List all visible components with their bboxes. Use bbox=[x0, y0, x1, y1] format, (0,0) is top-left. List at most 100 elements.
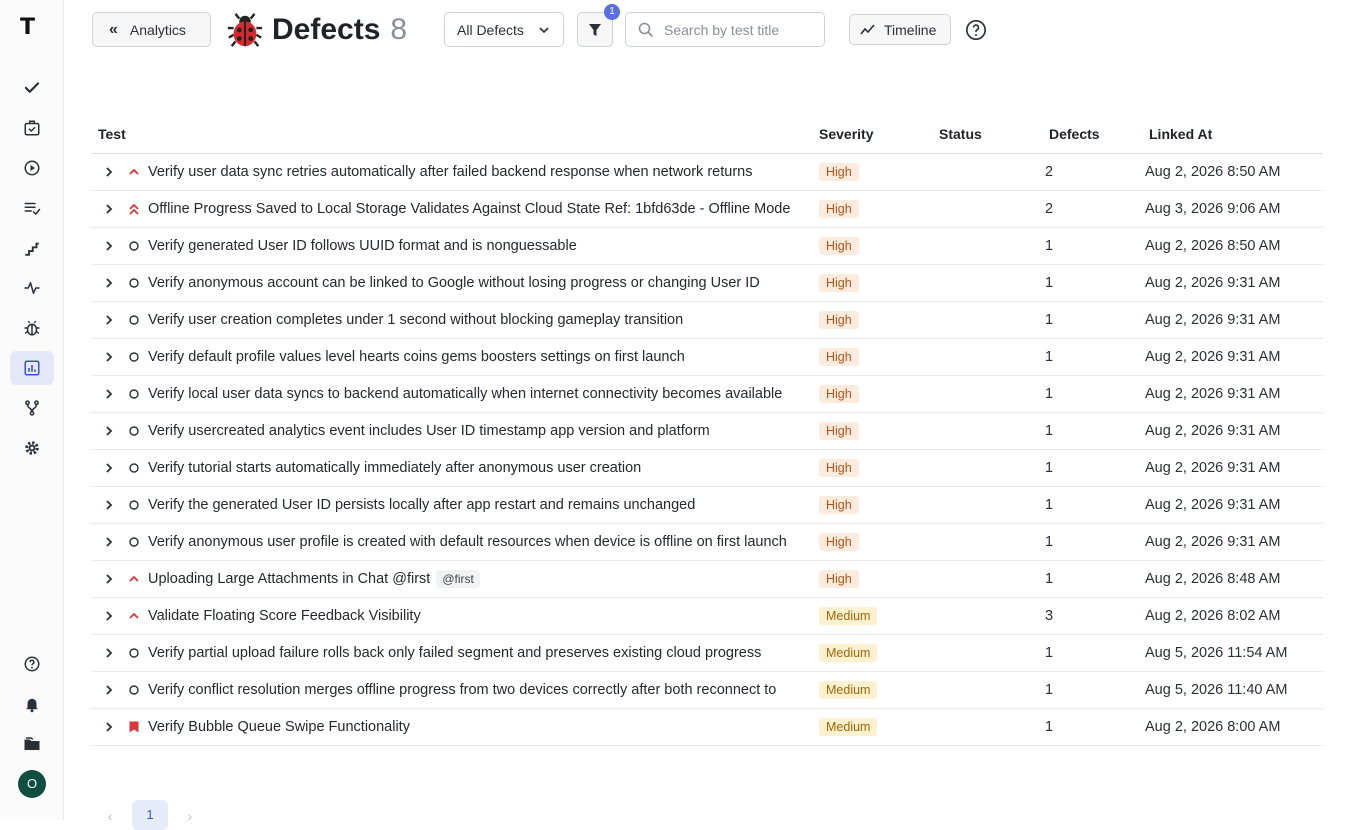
sidebar-item-notifications[interactable] bbox=[10, 687, 54, 721]
page-1-button[interactable]: 1 bbox=[132, 800, 168, 830]
test-title[interactable]: Verify Bubble Queue Swipe Functionality bbox=[148, 719, 410, 735]
priority-indicator bbox=[128, 351, 140, 363]
table-row[interactable]: Verify conflict resolution merges offlin… bbox=[92, 671, 1323, 709]
chevron-right-icon[interactable] bbox=[104, 462, 114, 473]
chevron-right-icon[interactable] bbox=[104, 314, 114, 325]
test-title[interactable]: Verify local user data syncs to backend … bbox=[148, 386, 782, 402]
table-row[interactable]: Verify user data sync retries automatica… bbox=[92, 153, 1323, 191]
chevron-right-icon[interactable] bbox=[104, 166, 114, 177]
sidebar-item-plans[interactable] bbox=[10, 191, 54, 225]
test-title[interactable]: Verify usercreated analytics event inclu… bbox=[148, 423, 710, 439]
column-header-defects[interactable]: Defects bbox=[1043, 116, 1143, 154]
test-title[interactable]: Verify partial upload failure rolls back… bbox=[148, 645, 761, 661]
table-row[interactable]: Verify Bubble Queue Swipe Functionality M… bbox=[92, 708, 1323, 746]
table-row[interactable]: Uploading Large Attachments in Chat @fir… bbox=[92, 560, 1323, 598]
priority-indicator bbox=[128, 536, 140, 548]
pulse-icon bbox=[24, 282, 40, 294]
column-header-test[interactable]: Test bbox=[92, 116, 813, 154]
table-row[interactable]: Verify generated User ID follows UUID fo… bbox=[92, 227, 1323, 265]
test-title[interactable]: Validate Floating Score Feedback Visibil… bbox=[148, 608, 421, 624]
table-row[interactable]: Verify usercreated analytics event inclu… bbox=[92, 412, 1323, 450]
defect-filter-select[interactable]: All Defects bbox=[444, 12, 564, 47]
help-icon[interactable] bbox=[965, 19, 987, 41]
table-row[interactable]: Verify tutorial starts automatically imm… bbox=[92, 449, 1323, 487]
sidebar-item-projects[interactable] bbox=[10, 727, 54, 761]
sidebar-item-tasks[interactable] bbox=[10, 111, 54, 145]
search-input[interactable] bbox=[664, 21, 814, 38]
chevron-right-icon[interactable] bbox=[104, 647, 114, 658]
sidebar-item-analytics[interactable] bbox=[10, 351, 54, 385]
status-cell bbox=[933, 301, 1043, 339]
sidebar-item-pulse[interactable] bbox=[10, 271, 54, 305]
defect-count: 8 bbox=[390, 13, 408, 46]
prev-page-button[interactable]: ‹ bbox=[100, 808, 120, 824]
chevron-right-icon[interactable] bbox=[104, 388, 114, 399]
test-cell: Verify anonymous account can be linked t… bbox=[92, 264, 813, 302]
table-row[interactable]: Verify partial upload failure rolls back… bbox=[92, 634, 1323, 672]
severity-cell: Medium bbox=[813, 671, 933, 709]
avatar[interactable]: O bbox=[18, 770, 46, 798]
table-row[interactable]: Offline Progress Saved to Local Storage … bbox=[92, 190, 1323, 228]
priority-normal-icon bbox=[129, 351, 139, 362]
logo[interactable]: T bbox=[20, 16, 44, 40]
priority-normal-icon bbox=[129, 388, 139, 399]
table-row[interactable]: Verify user creation completes under 1 s… bbox=[92, 301, 1323, 339]
sidebar-item-steps[interactable] bbox=[10, 231, 54, 265]
sidebar-item-runs[interactable] bbox=[10, 151, 54, 185]
table-row[interactable]: Verify default profile values level hear… bbox=[92, 338, 1323, 376]
chevron-right-icon[interactable] bbox=[104, 425, 114, 436]
test-title[interactable]: Verify conflict resolution merges offlin… bbox=[148, 682, 776, 698]
status-cell bbox=[933, 190, 1043, 228]
sidebar-item-help[interactable] bbox=[10, 647, 54, 681]
chevron-right-icon[interactable] bbox=[104, 203, 114, 214]
test-title[interactable]: Verify user data sync retries automatica… bbox=[148, 164, 752, 180]
chevron-right-icon[interactable] bbox=[104, 684, 114, 695]
test-title[interactable]: Offline Progress Saved to Local Storage … bbox=[148, 201, 790, 217]
test-title[interactable]: Verify tutorial starts automatically imm… bbox=[148, 460, 641, 476]
priority-normal-icon bbox=[129, 425, 139, 436]
column-header-linked-at[interactable]: Linked At bbox=[1143, 116, 1323, 154]
severity-cell: High bbox=[813, 338, 933, 376]
test-title[interactable]: Verify default profile values level hear… bbox=[148, 349, 685, 365]
defects-count-cell: 1 bbox=[1043, 634, 1143, 672]
sidebar-item-settings[interactable] bbox=[10, 431, 54, 465]
test-cell: Verify generated User ID follows UUID fo… bbox=[92, 227, 813, 265]
next-page-button[interactable]: › bbox=[180, 808, 200, 824]
test-cell: Uploading Large Attachments in Chat @fir… bbox=[92, 560, 813, 598]
search-box[interactable] bbox=[625, 12, 825, 47]
chevron-right-icon[interactable] bbox=[104, 536, 114, 547]
chevron-right-icon[interactable] bbox=[104, 499, 114, 510]
test-title[interactable]: Verify anonymous account can be linked t… bbox=[148, 275, 760, 291]
table-row[interactable]: Verify anonymous user profile is created… bbox=[92, 523, 1323, 561]
table-row[interactable]: Verify local user data syncs to backend … bbox=[92, 375, 1323, 413]
defects-count-cell: 2 bbox=[1043, 190, 1143, 228]
timeline-button[interactable]: Timeline bbox=[849, 14, 951, 45]
severity-cell: High bbox=[813, 301, 933, 339]
chevron-right-icon[interactable] bbox=[104, 351, 114, 362]
priority-indicator bbox=[128, 314, 140, 326]
test-title[interactable]: Verify the generated User ID persists lo… bbox=[148, 497, 695, 513]
sidebar-item-branches[interactable] bbox=[10, 391, 54, 425]
chevron-right-icon[interactable] bbox=[104, 573, 114, 584]
chevron-right-icon[interactable] bbox=[104, 240, 114, 251]
test-title[interactable]: Verify anonymous user profile is created… bbox=[148, 534, 787, 550]
priority-indicator bbox=[128, 203, 140, 215]
column-header-status[interactable]: Status bbox=[933, 116, 1043, 154]
sidebar-item-checks[interactable] bbox=[10, 71, 54, 105]
chevron-right-icon[interactable] bbox=[104, 277, 114, 288]
column-header-severity[interactable]: Severity bbox=[813, 116, 933, 154]
chevron-right-icon[interactable] bbox=[104, 721, 114, 732]
severity-cell: High bbox=[813, 153, 933, 191]
severity-cell: Medium bbox=[813, 634, 933, 672]
test-title[interactable]: Uploading Large Attachments in Chat @fir… bbox=[148, 571, 430, 587]
table-row[interactable]: Validate Floating Score Feedback Visibil… bbox=[92, 597, 1323, 635]
linked-at-cell: Aug 2, 2026 8:48 AM bbox=[1143, 560, 1323, 598]
table-row[interactable]: Verify anonymous account can be linked t… bbox=[92, 264, 1323, 302]
severity-badge: Medium bbox=[819, 680, 878, 699]
table-row[interactable]: Verify the generated User ID persists lo… bbox=[92, 486, 1323, 524]
sidebar-item-defects[interactable] bbox=[10, 311, 54, 345]
test-title[interactable]: Verify generated User ID follows UUID fo… bbox=[148, 238, 577, 254]
chevron-right-icon[interactable] bbox=[104, 610, 114, 621]
back-to-analytics-button[interactable]: « Analytics bbox=[92, 12, 211, 47]
test-title[interactable]: Verify user creation completes under 1 s… bbox=[148, 312, 683, 328]
